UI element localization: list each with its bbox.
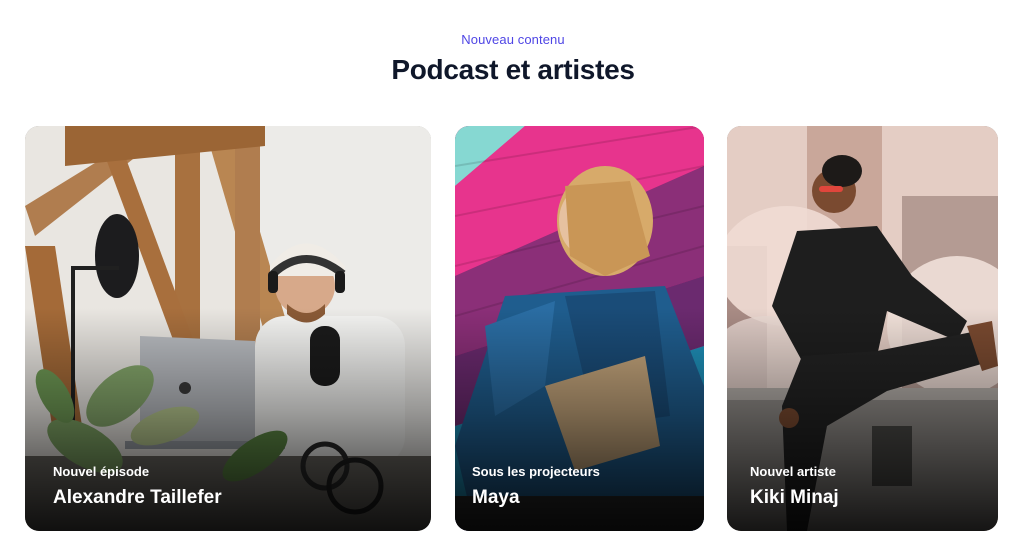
- card-caption: Sous les projecteurs Maya: [472, 464, 600, 509]
- card-name[interactable]: Maya: [472, 487, 600, 509]
- section-eyebrow: Nouveau contenu: [461, 32, 565, 47]
- card-caption: Nouvel épisode Alexandre Taillefer: [53, 464, 222, 509]
- card-kicker: Nouvel épisode: [53, 464, 150, 479]
- podcast-card[interactable]: Nouvel épisode Alexandre Taillefer: [25, 126, 431, 531]
- card-kicker: Nouvel artiste: [750, 464, 836, 479]
- page: Nouveau contenu Podcast et artistes Nouv…: [0, 0, 1026, 558]
- card-name[interactable]: Kiki Minaj: [750, 487, 839, 509]
- card-name[interactable]: Alexandre Taillefer: [53, 487, 222, 509]
- card-caption: Nouvel artiste Kiki Minaj: [750, 464, 839, 509]
- section-title: Podcast et artistes: [391, 54, 635, 85]
- artist-card-maya[interactable]: Sous les projecteurs Maya: [455, 126, 704, 531]
- artist-card-kiki-minaj[interactable]: Nouvel artiste Kiki Minaj: [727, 126, 998, 531]
- card-kicker: Sous les projecteurs: [472, 464, 600, 479]
